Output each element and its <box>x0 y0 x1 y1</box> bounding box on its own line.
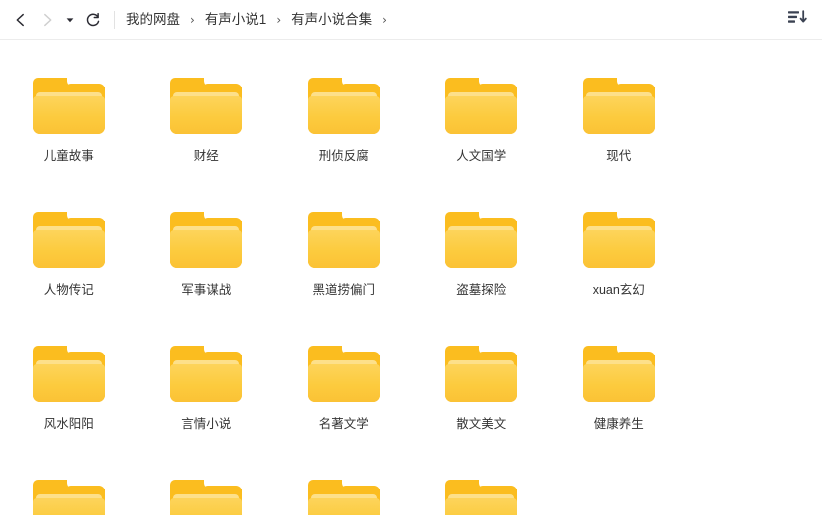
caret-down-icon <box>65 15 75 25</box>
folder-icon <box>307 344 380 402</box>
sort-button[interactable] <box>780 5 814 35</box>
folder-item[interactable]: 游戏小说 <box>550 40 688 66</box>
folder-item[interactable]: 名著文学 <box>275 334 413 468</box>
folder-icon <box>170 76 243 134</box>
folder-item[interactable]: 评书大全 <box>138 468 276 515</box>
folder-item-label: 刑侦反腐 <box>318 149 369 163</box>
folder-icon <box>445 210 518 268</box>
folder-item-label: xuan玄幻 <box>592 283 645 297</box>
folder-item[interactable]: 军事谋战 <box>138 200 276 334</box>
folder-item-label: 散文美文 <box>456 417 507 431</box>
folder-item[interactable]: 人文国学 <box>413 66 551 200</box>
folder-icon <box>32 76 105 134</box>
folder-item-label: 盗墓探险 <box>456 283 507 297</box>
folder-item-label: 军事谋战 <box>181 283 232 297</box>
breadcrumb-trailing-separator: › <box>382 12 387 27</box>
chevron-left-icon <box>13 12 29 28</box>
folder-item[interactable]: 现代 <box>550 66 688 200</box>
folder-item-label: 黑道捞偏门 <box>312 283 375 297</box>
folder-grid: 都市异能科幻个人成长穿越重生游戏小说儿童故事财经刑侦反腐人文国学现代人物传记军事… <box>0 40 822 515</box>
folder-icon <box>307 478 380 515</box>
breadcrumb-separator: › <box>276 12 282 27</box>
breadcrumb-item-root[interactable]: 我的网盘 <box>125 8 181 32</box>
folder-item[interactable]: 人物传记 <box>0 200 138 334</box>
folder-icon <box>582 344 655 402</box>
folder-item[interactable]: 散文美文 <box>413 334 551 468</box>
file-list-area[interactable]: 都市异能科幻个人成长穿越重生游戏小说儿童故事财经刑侦反腐人文国学现代人物传记军事… <box>0 40 822 515</box>
folder-icon <box>32 210 105 268</box>
folder-icon <box>170 478 243 515</box>
breadcrumb-item-level1[interactable]: 有声小说1 <box>204 8 268 32</box>
sort-descending-icon <box>787 8 807 31</box>
folder-item[interactable]: 历史权谋 <box>0 468 138 515</box>
folder-icon <box>445 478 518 515</box>
folder-item-label: 儿童故事 <box>43 149 94 163</box>
folder-item[interactable]: 风水阳阳 <box>0 334 138 468</box>
refresh-icon <box>85 12 101 28</box>
folder-item[interactable]: 言情小说 <box>138 334 276 468</box>
folder-item[interactable]: 个人成长 <box>275 40 413 66</box>
folder-item-label: 言情小说 <box>181 417 232 431</box>
toolbar-divider <box>114 10 115 29</box>
folder-item-label: 人物传记 <box>43 283 94 297</box>
folder-item[interactable]: 盗墓探险 <box>413 200 551 334</box>
folder-item[interactable]: 军事历史 <box>413 468 551 515</box>
folder-icon <box>32 344 105 402</box>
folder-item[interactable]: xuan玄幻 <box>550 200 688 334</box>
folder-item[interactable]: 沟通心理学 <box>275 468 413 515</box>
folder-item-label: 人文国学 <box>456 149 507 163</box>
folder-item-label: 财经 <box>193 149 219 163</box>
history-dropdown-button[interactable] <box>60 6 80 34</box>
forward-button[interactable] <box>34 6 60 34</box>
folder-item-label: 健康养生 <box>593 417 644 431</box>
folder-item[interactable]: 健康养生 <box>550 334 688 468</box>
breadcrumb-separator: › <box>190 12 195 27</box>
navigation-controls <box>0 6 125 34</box>
folder-item-label: 风水阳阳 <box>43 417 94 431</box>
folder-item[interactable]: 刑侦反腐 <box>275 66 413 200</box>
folder-icon <box>582 210 655 268</box>
toolbar: 我的网盘 › 有声小说1 › 有声小说合集 › <box>0 0 822 40</box>
folder-icon <box>307 76 380 134</box>
folder-icon <box>582 76 655 134</box>
folder-item-label: 名著文学 <box>318 417 369 431</box>
folder-item[interactable]: 儿童故事 <box>0 66 138 200</box>
refresh-button[interactable] <box>80 6 106 34</box>
breadcrumb: 我的网盘 › 有声小说1 › 有声小说合集 › <box>125 8 396 32</box>
folder-icon <box>170 210 243 268</box>
back-button[interactable] <box>8 6 34 34</box>
file-manager-window: 我的网盘 › 有声小说1 › 有声小说合集 › 都市异能科幻个人成长穿越重生游戏… <box>0 0 822 515</box>
breadcrumb-item-current[interactable]: 有声小说合集 <box>290 8 373 32</box>
folder-item[interactable]: 黑道捞偏门 <box>275 200 413 334</box>
chevron-right-icon <box>39 12 55 28</box>
folder-item[interactable]: 穿越重生 <box>413 40 551 66</box>
folder-icon <box>170 344 243 402</box>
folder-icon <box>445 76 518 134</box>
folder-icon <box>445 344 518 402</box>
folder-item[interactable]: 财经 <box>138 66 276 200</box>
folder-item[interactable]: 都市异能 <box>0 40 138 66</box>
folder-item-label: 现代 <box>606 149 632 163</box>
folder-icon <box>307 210 380 268</box>
folder-item[interactable]: 科幻 <box>138 40 276 66</box>
folder-icon <box>32 478 105 515</box>
